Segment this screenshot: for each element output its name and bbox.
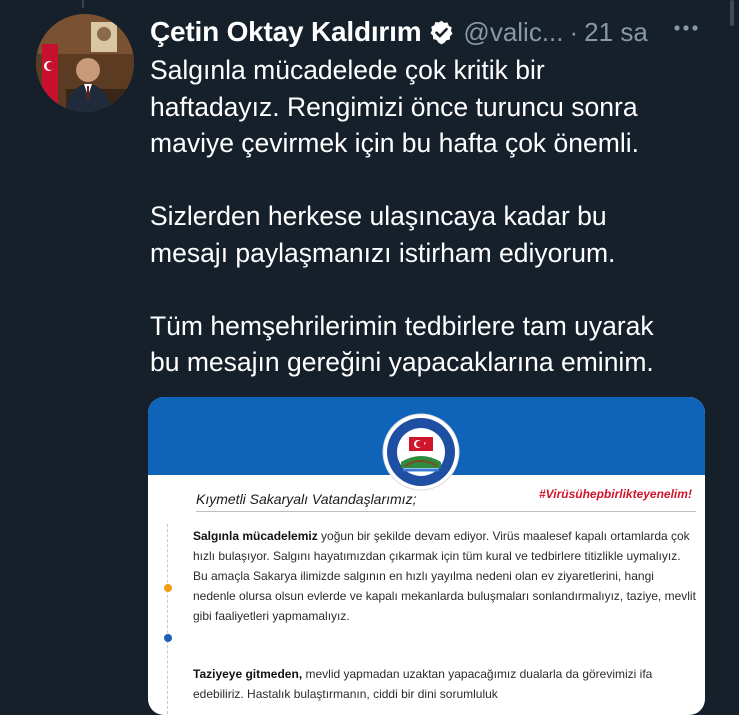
blue-dot bbox=[164, 634, 172, 642]
card-paragraph-2: Taziyeye gitmeden, mevlid yapmadan uzakt… bbox=[193, 664, 698, 704]
tweet-header: Çetin Oktay Kaldırım @valic... · 21 sa bbox=[150, 12, 648, 52]
author-handle[interactable]: @valic... bbox=[463, 17, 563, 48]
para2-bold: Taziyeye gitmeden, bbox=[193, 667, 303, 681]
card-divider bbox=[196, 511, 696, 512]
para1-text: yoğun bir şekilde devam ediyor. Virüs ma… bbox=[193, 529, 696, 623]
tweet-image-card[interactable]: Kıymetli Sakaryalı Vatandaşlarımız; #Vir… bbox=[148, 397, 705, 715]
para1-bold: Salgınla mücadelemiz bbox=[193, 529, 318, 543]
tweet-text: Salgınla mücadelede çok kritik bir hafta… bbox=[150, 55, 654, 377]
separator: · bbox=[569, 16, 579, 47]
card-timeline bbox=[167, 524, 169, 714]
tweet-time[interactable]: 21 sa bbox=[584, 17, 648, 48]
avatar[interactable] bbox=[36, 14, 134, 112]
card-greeting: Kıymetli Sakaryalı Vatandaşlarımız; bbox=[196, 491, 417, 507]
seal-icon bbox=[381, 412, 461, 492]
card-hashtag: #Virüsühepbirlikteyenelim! bbox=[539, 487, 692, 501]
card-paragraph-1: Salgınla mücadelemiz yoğun bir şekilde d… bbox=[193, 526, 698, 626]
author-name[interactable]: Çetin Oktay Kaldırım bbox=[150, 16, 422, 48]
verified-badge-icon bbox=[428, 19, 455, 46]
orange-dot bbox=[164, 584, 172, 592]
scrollbar[interactable] bbox=[730, 0, 734, 26]
thread-line bbox=[82, 0, 84, 8]
more-icon[interactable] bbox=[672, 18, 702, 38]
